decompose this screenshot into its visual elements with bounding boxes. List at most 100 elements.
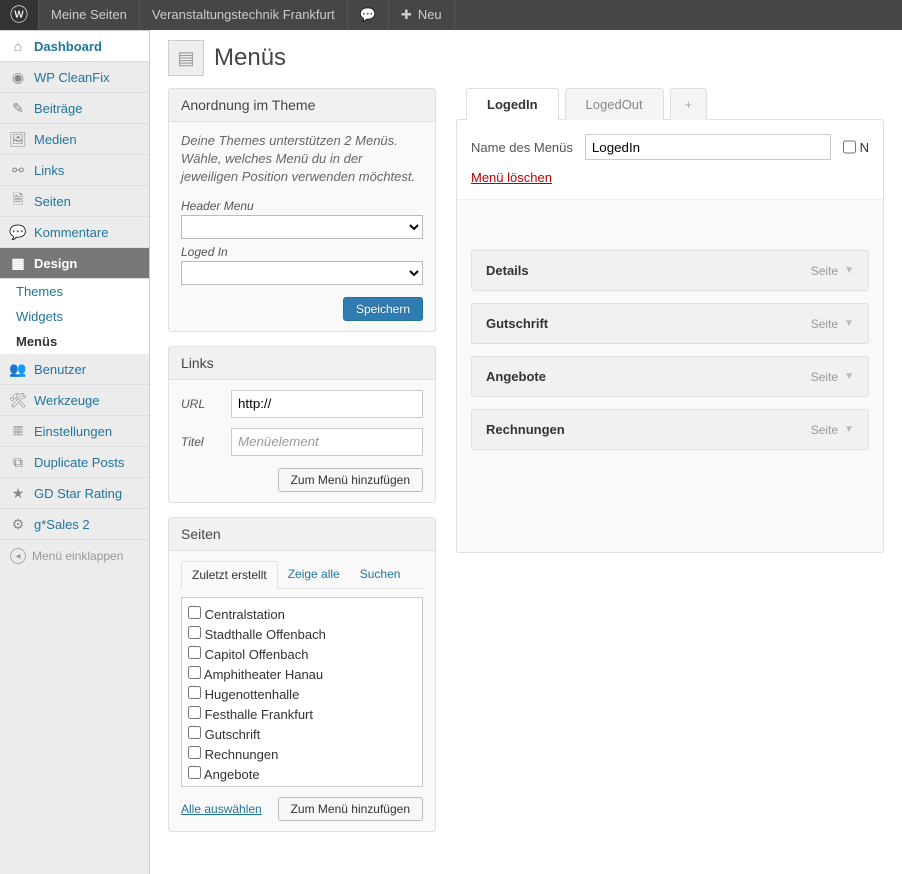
page-check-item[interactable]: Angebote [188, 764, 416, 784]
sidebar-item-links[interactable]: ⚯Links [0, 155, 149, 186]
sidebar-item-dashboard[interactable]: ⌂Dashboard [0, 30, 149, 62]
menu-tabs: LogedInLogedOut+ [466, 88, 884, 120]
menu-item-bar[interactable]: Gutschrift Seite ▼ [471, 303, 869, 344]
menu-item-type: Seite ▼ [811, 423, 854, 437]
right-column: LogedInLogedOut+ Name des Menüs N Menü l… [456, 88, 884, 553]
tab-search[interactable]: Suchen [350, 561, 411, 588]
media-icon: 🖼 [10, 131, 26, 147]
link-icon: ⚯ [10, 162, 26, 178]
page-checkbox[interactable] [188, 686, 201, 699]
theme-locations-heading: Anordnung im Theme [169, 89, 435, 122]
page-check-item[interactable]: Capitol Offenbach [188, 644, 416, 664]
theme-locations-box: Anordnung im Theme Deine Themes unterstü… [168, 88, 436, 332]
location-loggedin-select[interactable] [181, 261, 423, 285]
plus-icon: ✚ [401, 0, 412, 30]
add-menu-tab[interactable]: + [670, 88, 708, 120]
gear-icon: ⚙ [10, 516, 26, 532]
sidebar-item-users[interactable]: 👥 Benutzer [0, 354, 149, 385]
pages-box: Seiten Zuletzt erstellt Zeige alle Suche… [168, 517, 436, 832]
links-box: Links URL Titel Zum Menü hinzufügen [168, 346, 436, 503]
pin-icon: ✎ [10, 100, 26, 116]
menu-item-type: Seite ▼ [811, 317, 854, 331]
page-checkbox[interactable] [188, 606, 201, 619]
page-title: Menüs [214, 44, 286, 72]
sidebar-label: Beiträge [34, 101, 82, 116]
page-checkbox[interactable] [188, 746, 201, 759]
site-name-link[interactable]: Veranstaltungstechnik Frankfurt [140, 0, 348, 30]
menu-item-bar[interactable]: DetailsSeite ▼ [471, 250, 869, 291]
comments-bubble-icon[interactable]: 💬 [348, 0, 389, 30]
menu-tab[interactable]: LogedIn [466, 88, 559, 120]
page-check-item[interactable]: Festhalle Frankfurt [188, 704, 416, 724]
location-loggedin-label: Loged In [181, 245, 423, 259]
page-checkbox[interactable] [188, 666, 201, 679]
wp-logo-icon[interactable]: ⓦ [0, 0, 39, 30]
page-checkbox[interactable] [188, 706, 201, 719]
sidebar-label: Duplicate Posts [34, 455, 124, 470]
sidebar-label: Dashboard [34, 39, 102, 54]
admin-sidebar: ⌂Dashboard ◉WP CleanFix ✎ Beiträge 🖼Medie… [0, 30, 150, 874]
sidebar-item-tools[interactable]: 🛠Werkzeuge [0, 385, 149, 416]
page-checkbox[interactable] [188, 626, 201, 639]
sidebar-item-gsales[interactable]: ⚙g*Sales 2 [0, 509, 149, 540]
page-check-item[interactable]: Centralstation [188, 604, 416, 624]
sidebar-item-comments[interactable]: 💬Kommentare [0, 217, 149, 248]
menu-checkbox[interactable] [843, 134, 856, 160]
sidebar-label: Benutzer [34, 362, 86, 377]
tab-recent[interactable]: Zuletzt erstellt [181, 561, 278, 589]
submenu-widgets[interactable]: Widgets [0, 304, 149, 329]
menu-item-bar[interactable]: AngeboteSeite ▼ [471, 356, 869, 397]
menu-tab[interactable]: LogedOut [565, 88, 664, 120]
page-check-item[interactable]: Amphitheater Hanau [188, 664, 416, 684]
location-header-label: Header Menu [181, 199, 423, 213]
sidebar-item-cleanfix[interactable]: ◉WP CleanFix [0, 62, 149, 93]
save-locations-button[interactable]: Speichern [343, 297, 423, 321]
collapse-icon: ◂ [10, 548, 26, 564]
menu-item-title: Gutschrift [486, 316, 548, 331]
add-pages-button[interactable]: Zum Menü hinzufügen [278, 797, 423, 821]
pages-tabs: Zuletzt erstellt Zeige alle Suchen [181, 561, 423, 589]
sidebar-item-settings[interactable]: 𝄜Einstellungen [0, 416, 149, 447]
users-icon: 👥 [10, 361, 26, 377]
page-checkbox[interactable] [188, 766, 201, 779]
title-input[interactable] [231, 428, 423, 456]
location-header-select[interactable] [181, 215, 423, 239]
page-check-item[interactable]: Rechnungen [188, 744, 416, 764]
my-sites-link[interactable]: Meine Seiten [39, 0, 140, 30]
sidebar-label: Einstellungen [34, 424, 112, 439]
menu-item-title: Details [486, 263, 529, 278]
submenu-menus[interactable]: Menüs [0, 329, 149, 354]
page-check-item[interactable]: Hugenottenhalle [188, 684, 416, 704]
menu-item-title: Rechnungen [486, 422, 565, 437]
sidebar-label: Design [34, 256, 77, 271]
chevron-down-icon: ▼ [844, 371, 854, 382]
sidebar-item-design[interactable]: ▦ Design [0, 248, 149, 279]
menu-item-title: Angebote [486, 369, 546, 384]
collapse-menu[interactable]: ◂Menü einklappen [0, 540, 149, 572]
url-input[interactable] [231, 390, 423, 418]
page-checkbox[interactable] [188, 646, 201, 659]
new-content-link[interactable]: ✚Neu [389, 0, 455, 30]
chevron-down-icon: ▼ [844, 424, 854, 435]
title-label: Titel [181, 435, 221, 449]
sidebar-item-media[interactable]: 🖼Medien [0, 124, 149, 155]
sidebar-item-posts[interactable]: ✎ Beiträge [0, 93, 149, 124]
sidebar-item-pages[interactable]: 🗎Seiten [0, 186, 149, 217]
sidebar-item-duplicate-posts[interactable]: ⧉Duplicate Posts [0, 447, 149, 478]
submenu-themes[interactable]: Themes [0, 279, 149, 304]
sidebar-item-gdstar[interactable]: ★GD Star Rating [0, 478, 149, 509]
page-header: ▤ Menüs [168, 40, 884, 76]
tab-all[interactable]: Zeige alle [278, 561, 350, 588]
add-link-button[interactable]: Zum Menü hinzufügen [278, 468, 423, 492]
select-all-link[interactable]: Alle auswählen [181, 802, 262, 816]
delete-menu-link[interactable]: Menü löschen [457, 170, 566, 199]
appearance-icon: ▦ [10, 255, 26, 271]
pages-checklist[interactable]: Centralstation Stadthalle Offenbach Capi… [181, 597, 423, 787]
page-check-item[interactable]: Stadthalle Offenbach [188, 624, 416, 644]
chevron-down-icon: ▼ [844, 318, 854, 329]
page-check-item[interactable]: Gutschrift [188, 724, 416, 744]
page-checkbox[interactable] [188, 726, 201, 739]
sidebar-label: WP CleanFix [34, 70, 110, 85]
menu-name-input[interactable] [585, 134, 831, 160]
menu-item-bar[interactable]: Rechnungen Seite ▼ [471, 409, 869, 450]
